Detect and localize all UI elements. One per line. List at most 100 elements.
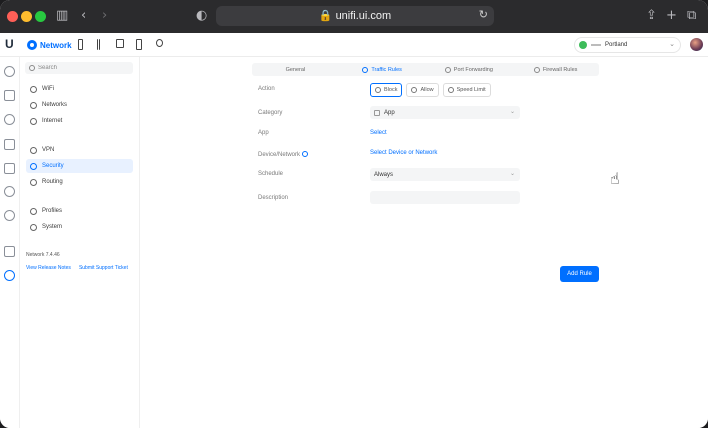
support-ticket-link[interactable]: Submit Support Ticket xyxy=(79,265,128,271)
sidebar-item-security[interactable]: Security xyxy=(26,159,133,173)
traffic-rules-icon xyxy=(362,66,369,73)
sidebar-item-system[interactable]: System xyxy=(26,220,133,234)
back-icon[interactable]: ‹ xyxy=(81,8,86,24)
schedule-label: Schedule xyxy=(258,171,284,177)
settings-sidebar: WiFi Networks Internet VPN Security Rout… xyxy=(20,57,140,428)
switch-device-icon[interactable] xyxy=(97,39,100,50)
sidebar-item-label: Internet xyxy=(42,118,63,124)
speed-limit-action-button[interactable]: Speed Limit xyxy=(442,83,491,97)
tab-general[interactable]: General xyxy=(252,63,339,76)
reload-icon[interactable]: ↻ xyxy=(479,8,488,21)
tab-firewall-rules[interactable]: Firewall Rules xyxy=(512,63,599,76)
tabs-overview-icon[interactable]: ⧉ xyxy=(687,8,696,24)
category-select[interactable]: App ⌄ xyxy=(370,106,520,119)
search-box[interactable] xyxy=(25,62,133,74)
new-tab-icon[interactable]: + xyxy=(666,8,677,24)
forward-icon[interactable]: › xyxy=(102,8,107,24)
app-header: U Network Portland ⌄ xyxy=(0,33,708,57)
network-app-brand[interactable]: Network xyxy=(27,39,72,51)
users-icon[interactable] xyxy=(156,39,163,47)
tab-port-forwarding[interactable]: Port Forwarding xyxy=(426,63,513,76)
dashboard-icon[interactable] xyxy=(4,66,15,77)
schedule-value: Always xyxy=(374,171,394,178)
select-device-network-link[interactable]: Select Device or Network xyxy=(370,150,437,156)
category-label: Category xyxy=(258,110,283,116)
tab-label: Firewall Rules xyxy=(542,66,578,73)
access-point-icon[interactable] xyxy=(116,39,124,48)
tab-label: Traffic Rules xyxy=(371,66,402,73)
client-devices-icon[interactable] xyxy=(4,139,15,150)
app-grid-icon xyxy=(374,109,380,116)
sidebar-item-label: Profiles xyxy=(42,208,63,214)
schedule-select[interactable]: Always ⌄ xyxy=(370,168,520,181)
action-label: Action xyxy=(258,86,275,92)
tab-traffic-rules[interactable]: Traffic Rules xyxy=(339,63,426,76)
speedometer-icon xyxy=(447,87,454,93)
share-icon[interactable]: ⇪ xyxy=(646,8,657,24)
add-rule-button[interactable]: Add Rule xyxy=(560,266,599,282)
sidebar-item-label: Routing xyxy=(42,179,63,185)
sidebar-item-routing[interactable]: Routing xyxy=(26,175,133,189)
fullscreen-window-button[interactable] xyxy=(35,11,46,22)
device-network-label-text: Device/Network xyxy=(258,152,301,158)
close-window-button[interactable] xyxy=(7,11,18,22)
block-action-label: Block xyxy=(384,87,398,93)
site-selector[interactable]: Portland ⌄ xyxy=(574,37,681,53)
sidebar-toggle-icon[interactable]: ▥ xyxy=(56,8,68,24)
check-icon xyxy=(411,87,418,93)
site-logo-placeholder xyxy=(591,44,601,46)
settings-gear-icon[interactable] xyxy=(4,270,15,281)
category-value: App xyxy=(384,109,395,116)
gateway-device-icon[interactable] xyxy=(78,39,83,50)
client-device-icon[interactable] xyxy=(136,39,142,50)
networks-icon xyxy=(30,101,37,109)
globe-icon xyxy=(30,117,37,125)
sidebar-item-vpn[interactable]: VPN xyxy=(26,143,133,157)
search-input[interactable] xyxy=(38,65,128,71)
description-label: Description xyxy=(258,195,289,201)
select-app-link[interactable]: Select xyxy=(370,130,387,136)
devices-icon[interactable] xyxy=(4,114,15,125)
sidebar-item-label: WiFi xyxy=(42,86,54,92)
unifi-logo[interactable]: U xyxy=(5,37,14,51)
insights-icon[interactable] xyxy=(4,186,15,197)
routing-icon xyxy=(30,178,37,186)
avatar[interactable] xyxy=(690,38,703,51)
url-text: 🔒 unifi.ui.com xyxy=(318,10,392,22)
wifi-icon xyxy=(30,85,37,93)
site-status-icon xyxy=(579,41,587,49)
profiles-icon xyxy=(30,207,37,215)
sidebar-item-profiles[interactable]: Profiles xyxy=(26,204,133,218)
block-icon xyxy=(375,87,381,93)
speed-limit-action-label: Speed Limit xyxy=(456,87,486,93)
system-icon xyxy=(30,223,37,231)
logs-icon[interactable] xyxy=(4,246,15,257)
port-forwarding-icon xyxy=(444,66,451,73)
sidebar-item-networks[interactable]: Networks xyxy=(26,98,133,112)
sidebar-item-wifi[interactable]: WiFi xyxy=(26,82,133,96)
info-icon[interactable] xyxy=(302,151,309,157)
block-action-button[interactable]: Block xyxy=(370,83,403,97)
vpn-icon xyxy=(30,146,37,154)
chevron-down-icon: ⌄ xyxy=(509,109,515,115)
sidebar-item-label: Networks xyxy=(42,102,68,108)
sidebar-item-label: Security xyxy=(42,163,64,169)
action-button-group: Block Allow Speed Limit xyxy=(370,83,491,97)
address-bar[interactable]: 🔒 unifi.ui.com ↻ xyxy=(216,6,494,26)
privacy-shield-icon[interactable]: ◐ xyxy=(196,8,207,24)
network-brand-label: Network xyxy=(40,40,72,50)
description-input[interactable] xyxy=(370,191,520,204)
firewall-icon xyxy=(533,66,540,73)
shield-icon[interactable] xyxy=(4,210,15,221)
apps-grid-icon[interactable] xyxy=(4,163,15,174)
release-notes-link[interactable]: View Release Notes xyxy=(26,265,71,271)
sidebar-item-label: VPN xyxy=(42,147,55,153)
sidebar-item-internet[interactable]: Internet xyxy=(26,114,133,128)
allow-action-button[interactable]: Allow xyxy=(406,83,439,97)
minimize-window-button[interactable] xyxy=(21,11,32,22)
window: ▥ ‹ › ◐ 🔒 unifi.ui.com ↻ ⇪ + ⧉ U Network… xyxy=(0,0,708,428)
sidebar-item-label: System xyxy=(42,224,63,230)
browser-toolbar: ▥ ‹ › ◐ 🔒 unifi.ui.com ↻ ⇪ + ⧉ xyxy=(0,0,708,33)
network-logo-icon xyxy=(27,40,37,50)
topology-icon[interactable] xyxy=(4,90,15,101)
